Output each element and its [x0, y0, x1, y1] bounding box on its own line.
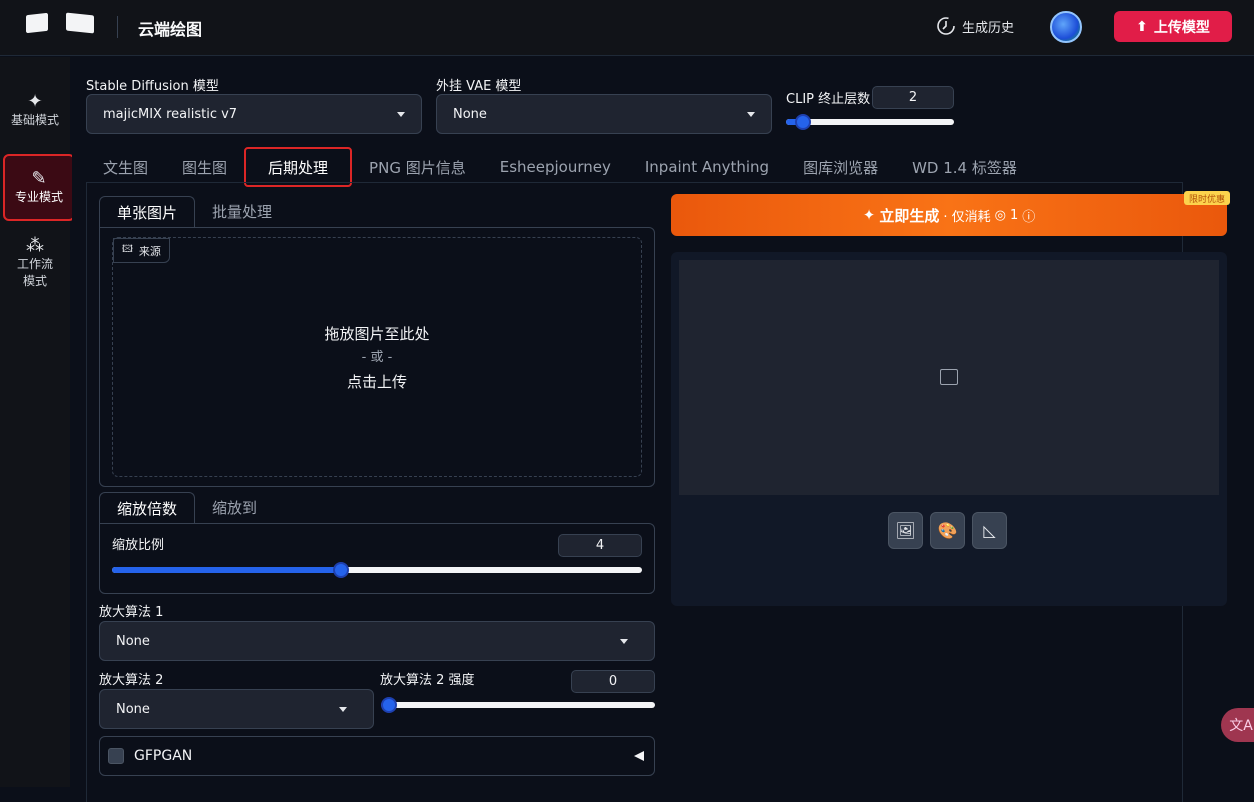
scale-ratio-label: 缩放比例	[112, 538, 165, 553]
info-icon[interactable]: ⓘ	[1022, 206, 1035, 225]
output-image-area	[679, 260, 1219, 495]
vae-model-value: None	[453, 106, 487, 122]
tab-inpaint-anything[interactable]: Inpaint Anything	[628, 149, 786, 185]
upscaler1-value: None	[116, 633, 150, 649]
sd-model-select[interactable]: majicMIX realistic v7	[86, 94, 422, 134]
tab-img2img[interactable]: 图生图	[165, 149, 244, 185]
generate-cost: 1	[1009, 207, 1019, 223]
clip-skip-label: CLIP 终止层数	[786, 92, 871, 107]
sidebar: ✦ 基础模式 ✎ 专业模式 ⁂ 工作流 模式	[0, 57, 75, 787]
upscaler2-label: 放大算法 2	[99, 673, 164, 688]
subtab-scale-to[interactable]: 缩放到	[195, 492, 274, 523]
brush-icon: ✎	[31, 167, 47, 189]
sd-model-label: Stable Diffusion 模型	[86, 79, 219, 94]
image-placeholder-icon	[940, 369, 958, 385]
user-avatar[interactable]	[1050, 11, 1082, 43]
sidebar-item-label: 专业模式	[14, 189, 63, 204]
header-divider	[117, 16, 118, 38]
sparkle-icon: ✦	[862, 206, 876, 224]
upscaler1-label: 放大算法 1	[99, 605, 164, 620]
slider-knob[interactable]	[333, 562, 350, 578]
picture-icon: 🖼	[895, 521, 916, 540]
drop-line-2: 点击上传	[346, 373, 407, 391]
upscaler2-select[interactable]: None	[99, 689, 374, 729]
translate-button[interactable]: 文A	[1221, 708, 1254, 742]
history-label: 生成历史	[962, 20, 1015, 36]
app-logo[interactable]	[26, 12, 100, 36]
chevron-down-icon	[397, 112, 405, 117]
upscaler1-select[interactable]: None	[99, 621, 655, 661]
generate-cost-prefix: · 仅消耗	[943, 209, 991, 225]
image-drop-zone[interactable]: 🖾 来源 拖放图片至此处 - 或 - 点击上传	[112, 237, 642, 477]
image-subtabs: 单张图片 批量处理	[99, 196, 289, 227]
history-icon	[937, 17, 955, 35]
coin-icon: ◎	[994, 207, 1006, 223]
tab-wd14-tagger[interactable]: WD 1.4 标签器	[895, 149, 1034, 185]
output-panel: 🖼 🎨 ◺	[671, 252, 1227, 606]
subtab-scale-by[interactable]: 缩放倍数	[99, 492, 196, 523]
subtab-batch[interactable]: 批量处理	[195, 196, 289, 227]
subtab-single-image[interactable]: 单张图片	[99, 196, 196, 227]
ruler-triangle-icon: ◺	[983, 521, 996, 540]
drop-instructions: 拖放图片至此处 - 或 - 点击上传	[113, 322, 641, 394]
app-title: 云端绘图	[138, 20, 203, 39]
sidebar-item-pro-mode[interactable]: ✎ 专业模式	[3, 154, 75, 221]
drop-line-1: 拖放图片至此处	[324, 325, 430, 343]
sidebar-item-label: 基础模式	[10, 113, 59, 127]
sidebar-item-label: 工作流	[16, 257, 53, 271]
upscaler2-value: None	[116, 701, 150, 717]
upscaler2-strength-slider[interactable]	[381, 697, 655, 713]
sidebar-item-label: 模式	[22, 274, 47, 288]
clip-skip-input[interactable]: 2	[872, 86, 954, 109]
gfpgan-accordion[interactable]: GFPGAN	[99, 736, 655, 776]
vae-model-label: 外挂 VAE 模型	[436, 79, 522, 94]
scale-ratio-slider[interactable]	[112, 562, 642, 578]
scale-ratio-input[interactable]: 4	[558, 534, 642, 557]
palette-icon: 🎨	[937, 521, 958, 540]
tab-gallery-browser[interactable]: 图库浏览器	[786, 149, 895, 185]
source-label: 来源	[138, 244, 161, 258]
tab-txt2img[interactable]: 文生图	[86, 149, 165, 185]
upscaler2-strength-label: 放大算法 2 强度	[380, 673, 475, 688]
tab-extras[interactable]: 后期处理	[244, 147, 353, 187]
clip-skip-slider[interactable]	[786, 114, 954, 130]
drop-or: - 或 -	[361, 350, 393, 365]
promo-badge: 限时优惠	[1184, 191, 1231, 205]
slider-knob[interactable]	[795, 114, 812, 130]
image-icon: 🖾	[122, 244, 133, 255]
upload-model-label: 上传模型	[1153, 19, 1210, 36]
sidebar-item-workflow-mode[interactable]: ⁂ 工作流 模式	[0, 237, 70, 290]
collapse-triangle-icon[interactable]	[634, 751, 644, 761]
source-label-chip: 🖾 来源	[113, 238, 170, 263]
send-to-inpaint-button[interactable]: 🎨	[930, 512, 965, 549]
tab-png-info[interactable]: PNG 图片信息	[352, 149, 483, 185]
gfpgan-label: GFPGAN	[134, 748, 193, 764]
chevron-down-icon	[339, 707, 347, 712]
vae-model-select[interactable]: None	[436, 94, 772, 134]
generate-label: 立即生成	[879, 206, 940, 225]
history-button[interactable]: 生成历史	[936, 16, 1014, 36]
sd-model-value: majicMIX realistic v7	[103, 106, 238, 122]
workflow-icon: ⁂	[26, 235, 44, 256]
send-to-img2img-button[interactable]: 🖼	[888, 512, 923, 549]
sparkle-icon: ✦	[27, 91, 43, 112]
gfpgan-checkbox[interactable]	[108, 748, 124, 764]
translate-icon: 文A	[1229, 718, 1253, 734]
chevron-down-icon	[747, 112, 755, 117]
tab-esheepjourney[interactable]: Esheepjourney	[483, 149, 628, 185]
upload-model-button[interactable]: ⬆ 上传模型	[1114, 11, 1232, 42]
generate-button[interactable]: ✦ 立即生成 · 仅消耗 ◎ 1 ⓘ	[671, 194, 1227, 236]
scale-subtabs: 缩放倍数 缩放到	[99, 492, 274, 523]
chevron-down-icon	[620, 639, 628, 644]
upscaler2-strength-input[interactable]: 0	[571, 670, 655, 693]
slider-knob[interactable]	[381, 697, 397, 713]
sidebar-item-basic-mode[interactable]: ✦ 基础模式	[0, 93, 70, 129]
send-to-extras-button[interactable]: ◺	[972, 512, 1007, 549]
top-bar: 云端绘图 生成历史 ⬆ 上传模型	[0, 0, 1254, 56]
upload-icon: ⬆	[1136, 18, 1148, 35]
main-area: Stable Diffusion 模型 majicMIX realistic v…	[72, 57, 1254, 802]
